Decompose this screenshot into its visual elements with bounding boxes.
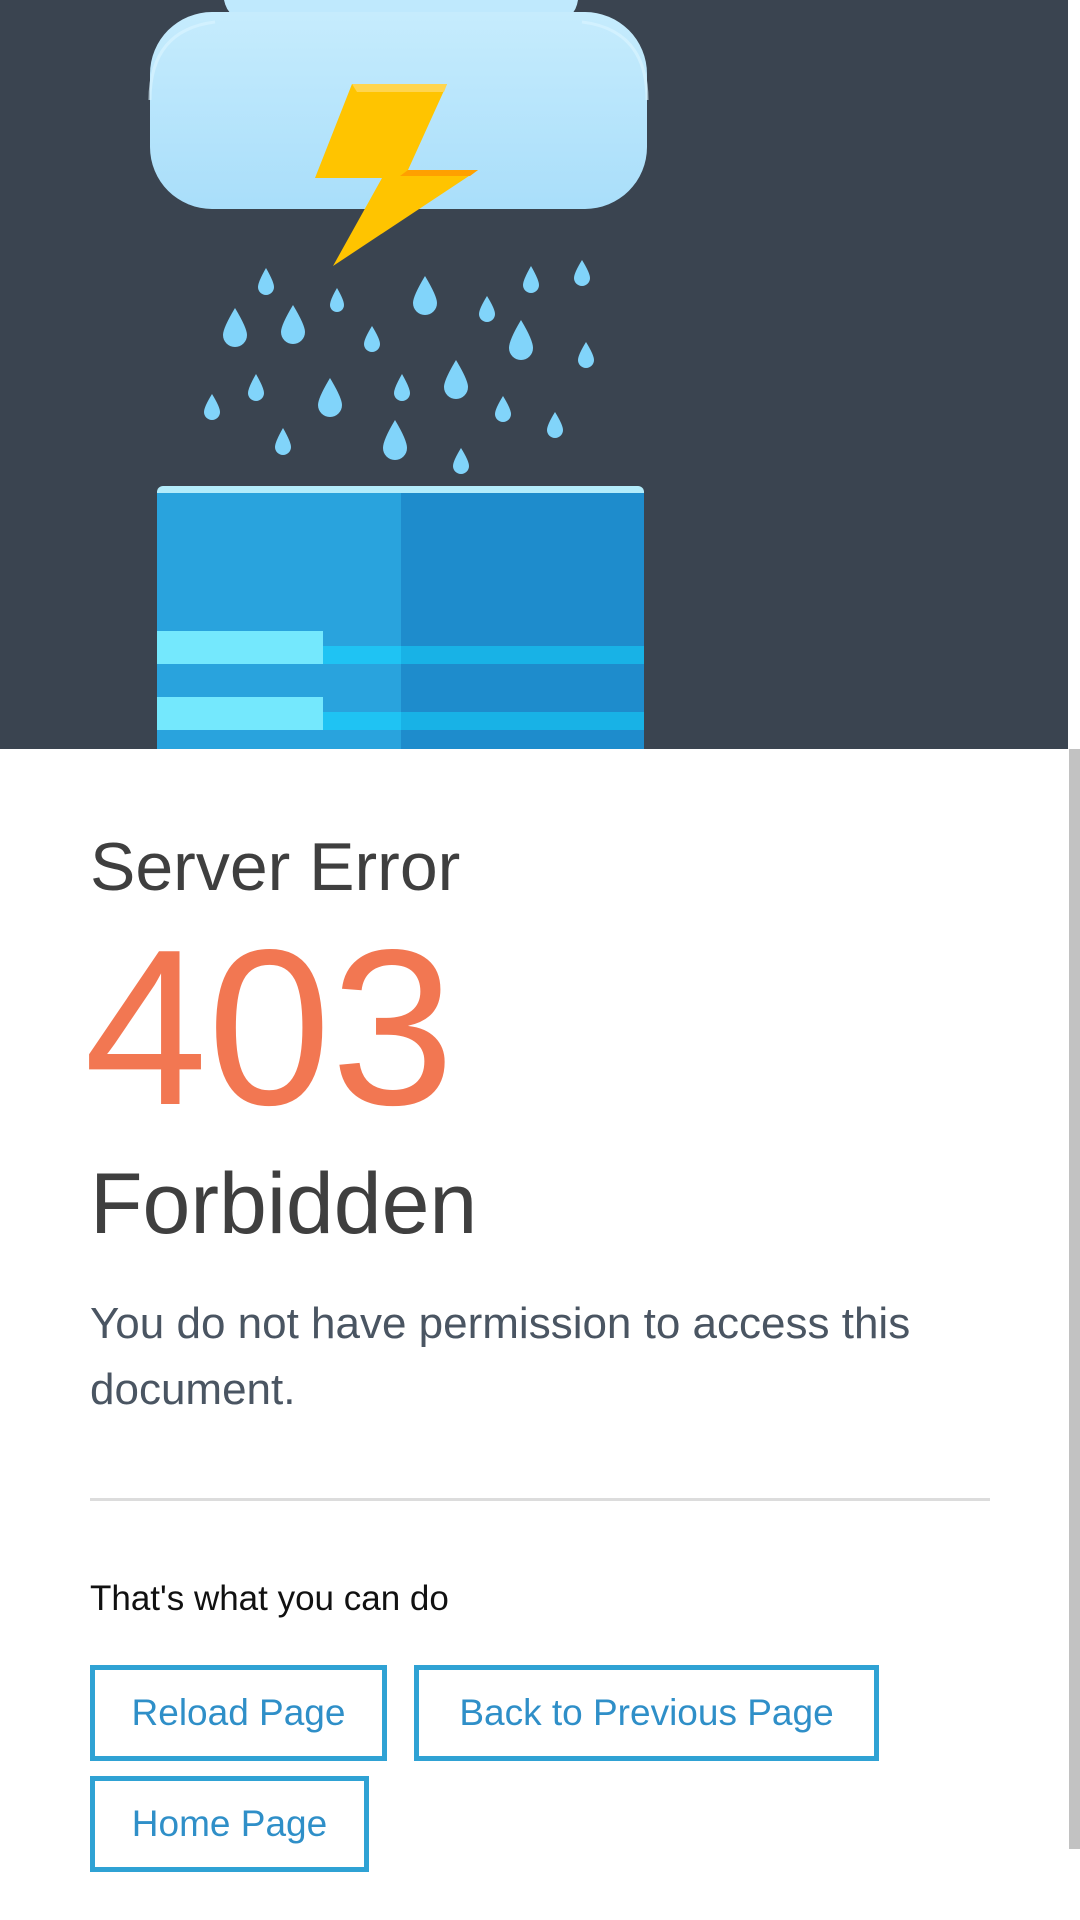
error-illustration [0,0,1068,749]
actions-title: That's what you can do [90,1579,449,1618]
server-icon [157,486,644,749]
error-message: You do not have permission to access thi… [90,1299,911,1414]
scrollbar-thumb[interactable] [1069,749,1080,1849]
divider [90,1498,990,1501]
reload-page-button[interactable]: Reload Page [90,1665,387,1761]
page-title: Server Error [90,829,461,905]
error-code: 403 [84,904,455,1152]
raindrops [204,260,594,474]
back-to-previous-page-button[interactable]: Back to Previous Page [414,1665,879,1761]
home-page-button[interactable]: Home Page [90,1776,369,1872]
error-status: Forbidden [90,1156,478,1252]
